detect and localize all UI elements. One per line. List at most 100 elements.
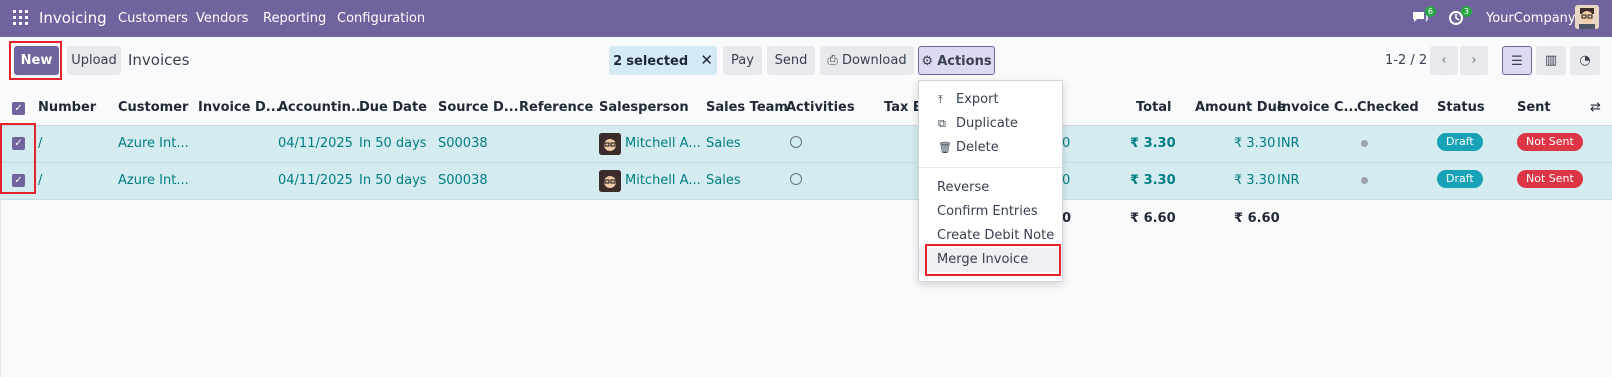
page-title: Invoices <box>128 51 190 69</box>
pager-next-icon[interactable]: › <box>1460 46 1488 75</box>
col-activities[interactable]: Activities <box>786 100 855 115</box>
menu-vendors[interactable]: Vendors <box>196 11 248 26</box>
cell-accounting-date[interactable]: 04/11/2025 <box>278 136 353 151</box>
unselect-close-icon[interactable]: ✕ <box>700 51 713 69</box>
sent-badge: Not Sent <box>1517 133 1583 151</box>
cell-number[interactable]: / <box>38 136 42 151</box>
cell-number[interactable]: / <box>38 173 42 188</box>
pay-button[interactable]: Pay <box>723 46 762 75</box>
sum-total: ₹ 6.60 <box>1130 211 1176 226</box>
table-row[interactable]: ✓ / Azure Int... 04/11/2025 In 50 days S… <box>0 163 1612 200</box>
menu-item-duplicate[interactable]: ⧉ Duplicate <box>919 112 1062 136</box>
sum-tax-excluded: 0 <box>1062 211 1072 226</box>
menu-item-label: Reverse <box>937 180 990 195</box>
cell-salesperson[interactable]: Mitchell A... <box>625 136 701 151</box>
kanban-view-icon[interactable]: ▥ <box>1536 46 1566 75</box>
company-switcher[interactable]: YourCompany <box>1486 11 1576 26</box>
messages-badge: 6 <box>1424 6 1436 17</box>
menu-configuration[interactable]: Configuration <box>337 11 425 26</box>
download-button[interactable]: ⎙ Download <box>820 46 914 75</box>
activities-icon[interactable]: 3 <box>1447 6 1472 27</box>
app-brand[interactable]: Invoicing <box>39 9 107 27</box>
highlight-frame <box>9 41 62 80</box>
menu-reporting[interactable]: Reporting <box>263 11 326 26</box>
trash-icon: 🗑 <box>938 141 952 154</box>
col-checked[interactable]: Checked <box>1357 100 1419 115</box>
pager-previous-icon[interactable]: ‹ <box>1430 46 1458 75</box>
messages-icon[interactable]: 6 <box>1411 6 1436 27</box>
col-invoice-date[interactable]: Invoice D... <box>198 100 281 115</box>
col-due-date[interactable]: Due Date <box>359 100 427 115</box>
col-status[interactable]: Status <box>1437 100 1485 115</box>
cell-source[interactable]: S00038 <box>438 136 488 151</box>
gear-icon: ⚙ <box>921 54 934 69</box>
col-salesperson[interactable]: Salesperson <box>599 100 689 115</box>
checked-indicator <box>1361 177 1368 184</box>
col-reference[interactable]: Reference <box>519 100 593 115</box>
cell-total: ₹ 3.30 <box>1130 136 1176 151</box>
cell-currency[interactable]: INR <box>1277 173 1300 188</box>
col-invoice-currency[interactable]: Invoice C... <box>1277 100 1358 115</box>
cell-due-date[interactable]: In 50 days <box>359 173 427 188</box>
selection-indicator: 2 selected ✕ <box>609 46 717 75</box>
col-total[interactable]: Total <box>1136 100 1172 115</box>
user-avatar[interactable] <box>1575 5 1599 29</box>
selected-count: 2 <box>613 54 623 69</box>
cell-sales-team[interactable]: Sales <box>706 136 741 151</box>
activity-clock-icon[interactable] <box>790 173 802 185</box>
cell-due-date[interactable]: In 50 days <box>359 136 427 151</box>
col-sent[interactable]: Sent <box>1517 100 1551 115</box>
cell-total: ₹ 3.30 <box>1130 173 1176 188</box>
activity-clock-icon[interactable] <box>790 136 802 148</box>
cell-currency[interactable]: INR <box>1277 136 1300 151</box>
salesperson-avatar <box>599 170 621 192</box>
activity-view-icon[interactable]: ◔ <box>1570 46 1600 75</box>
cell-tax-excluded: 0 <box>1062 136 1071 151</box>
menu-divider <box>919 167 1062 168</box>
menu-item-confirm-entries[interactable]: Confirm Entries <box>919 200 1062 224</box>
selected-label: selected <box>626 54 689 69</box>
col-source-document[interactable]: Source D... <box>438 100 519 115</box>
upload-icon: ⤒ <box>938 93 943 106</box>
copy-icon: ⧉ <box>938 117 946 130</box>
menu-item-delete[interactable]: 🗑 Delete <box>919 136 1062 160</box>
menu-item-export[interactable]: ⤒ Export <box>919 88 1062 112</box>
cell-tax-excluded: 0 <box>1062 173 1071 188</box>
col-sales-team[interactable]: Sales Team <box>706 100 788 115</box>
cell-customer[interactable]: Azure Int... <box>118 173 189 188</box>
menu-item-reverse[interactable]: Reverse <box>919 176 1062 200</box>
table-header: ✓ Number Customer Invoice D... Accountin… <box>0 92 1612 126</box>
list-view-icon[interactable]: ☰ <box>1502 46 1532 75</box>
cell-accounting-date[interactable]: 04/11/2025 <box>278 173 353 188</box>
cell-sales-team[interactable]: Sales <box>706 173 741 188</box>
optional-columns-icon[interactable]: ⇄ <box>1590 100 1601 115</box>
select-all-checkbox[interactable]: ✓ <box>12 102 25 115</box>
content-left-border <box>0 195 1 377</box>
print-icon: ⎙ <box>827 53 838 68</box>
col-number[interactable]: Number <box>38 100 96 115</box>
sent-badge: Not Sent <box>1517 170 1583 188</box>
menu-item-label: Export <box>956 92 999 107</box>
salesperson-avatar <box>599 133 621 155</box>
cell-salesperson[interactable]: Mitchell A... <box>625 173 701 188</box>
cell-customer[interactable]: Azure Int... <box>118 136 189 151</box>
menu-item-label: Delete <box>956 140 999 155</box>
download-label: Download <box>841 53 907 68</box>
send-button[interactable]: Send <box>767 46 815 75</box>
app-grid-icon[interactable] <box>13 10 28 25</box>
col-amount-due[interactable]: Amount Due <box>1195 100 1286 115</box>
menu-item-label: Duplicate <box>956 116 1018 131</box>
pager-value[interactable]: 1-2 / 2 <box>1385 53 1427 68</box>
cell-amount-due: ₹ 3.30 <box>1234 136 1276 151</box>
col-accounting-date[interactable]: Accountin... <box>278 100 366 115</box>
cell-source[interactable]: S00038 <box>438 173 488 188</box>
checked-indicator <box>1361 140 1368 147</box>
actions-button[interactable]: ⚙ Actions <box>918 46 995 75</box>
col-customer[interactable]: Customer <box>118 100 188 115</box>
highlight-frame <box>925 244 1061 276</box>
status-badge: Draft <box>1437 170 1483 188</box>
upload-button[interactable]: Upload <box>67 46 121 75</box>
actions-label: Actions <box>937 54 992 69</box>
menu-customers[interactable]: Customers <box>118 11 188 26</box>
table-row[interactable]: ✓ / Azure Int... 04/11/2025 In 50 days S… <box>0 126 1612 163</box>
